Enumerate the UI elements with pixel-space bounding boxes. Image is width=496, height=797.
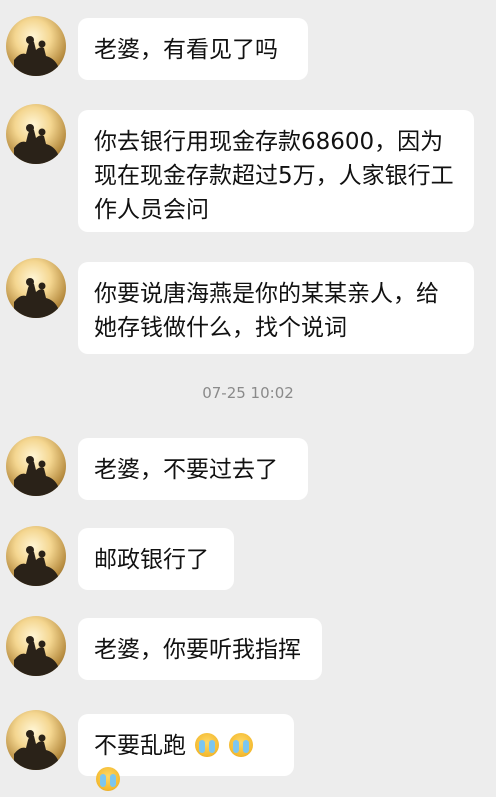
avatar-image	[14, 730, 58, 770]
avatar-image	[14, 546, 58, 586]
avatar-image	[14, 36, 58, 76]
crying-face-icon	[228, 733, 253, 757]
avatar[interactable]	[6, 16, 66, 76]
avatar-image	[14, 278, 58, 318]
message-text: 邮政银行了	[94, 547, 209, 573]
message-bubble[interactable]: 你去银行用现金存款68600，因为现在现金存款超过5万，人家银行工作人员会问	[78, 110, 474, 232]
message-text: 老婆，不要过去了	[94, 457, 278, 483]
message-text: 老婆，有看见了吗	[94, 37, 278, 63]
message-bubble[interactable]: 老婆，有看见了吗	[78, 18, 308, 80]
message-bubble[interactable]: 老婆，不要过去了	[78, 438, 308, 500]
chat-window: 老婆，有看见了吗 你去银行用现金存款68600，因为现在现金存款超过5万，人家银…	[0, 0, 496, 791]
message-bubble[interactable]: 邮政银行了	[78, 528, 234, 590]
avatar-image	[14, 456, 58, 496]
message-text: 不要乱跑	[94, 733, 186, 759]
avatar-image	[14, 636, 58, 676]
message-text: 你要说唐海燕是你的某某亲人，给她存钱做什么，找个说词	[94, 281, 439, 341]
timestamp: 07-25 10:02	[202, 384, 294, 402]
message-text: 你去银行用现金存款68600，因为现在现金存款超过5万，人家银行工作人员会问	[94, 129, 454, 223]
message-bubble[interactable]: 你要说唐海燕是你的某某亲人，给她存钱做什么，找个说词	[78, 262, 474, 354]
crying-face-icon	[96, 767, 120, 791]
message-bubble[interactable]: 不要乱跑	[78, 714, 294, 791]
avatar-image	[14, 124, 58, 164]
message-text: 老婆，你要听我指挥	[94, 637, 301, 663]
message-bubble[interactable]: 老婆，你要听我指挥	[78, 618, 322, 680]
avatar[interactable]	[6, 436, 66, 496]
avatar[interactable]	[6, 526, 66, 586]
avatar[interactable]	[6, 710, 66, 770]
avatar[interactable]	[6, 258, 66, 318]
avatar[interactable]	[6, 616, 66, 676]
crying-face-icon	[195, 733, 220, 757]
avatar[interactable]	[6, 104, 66, 164]
